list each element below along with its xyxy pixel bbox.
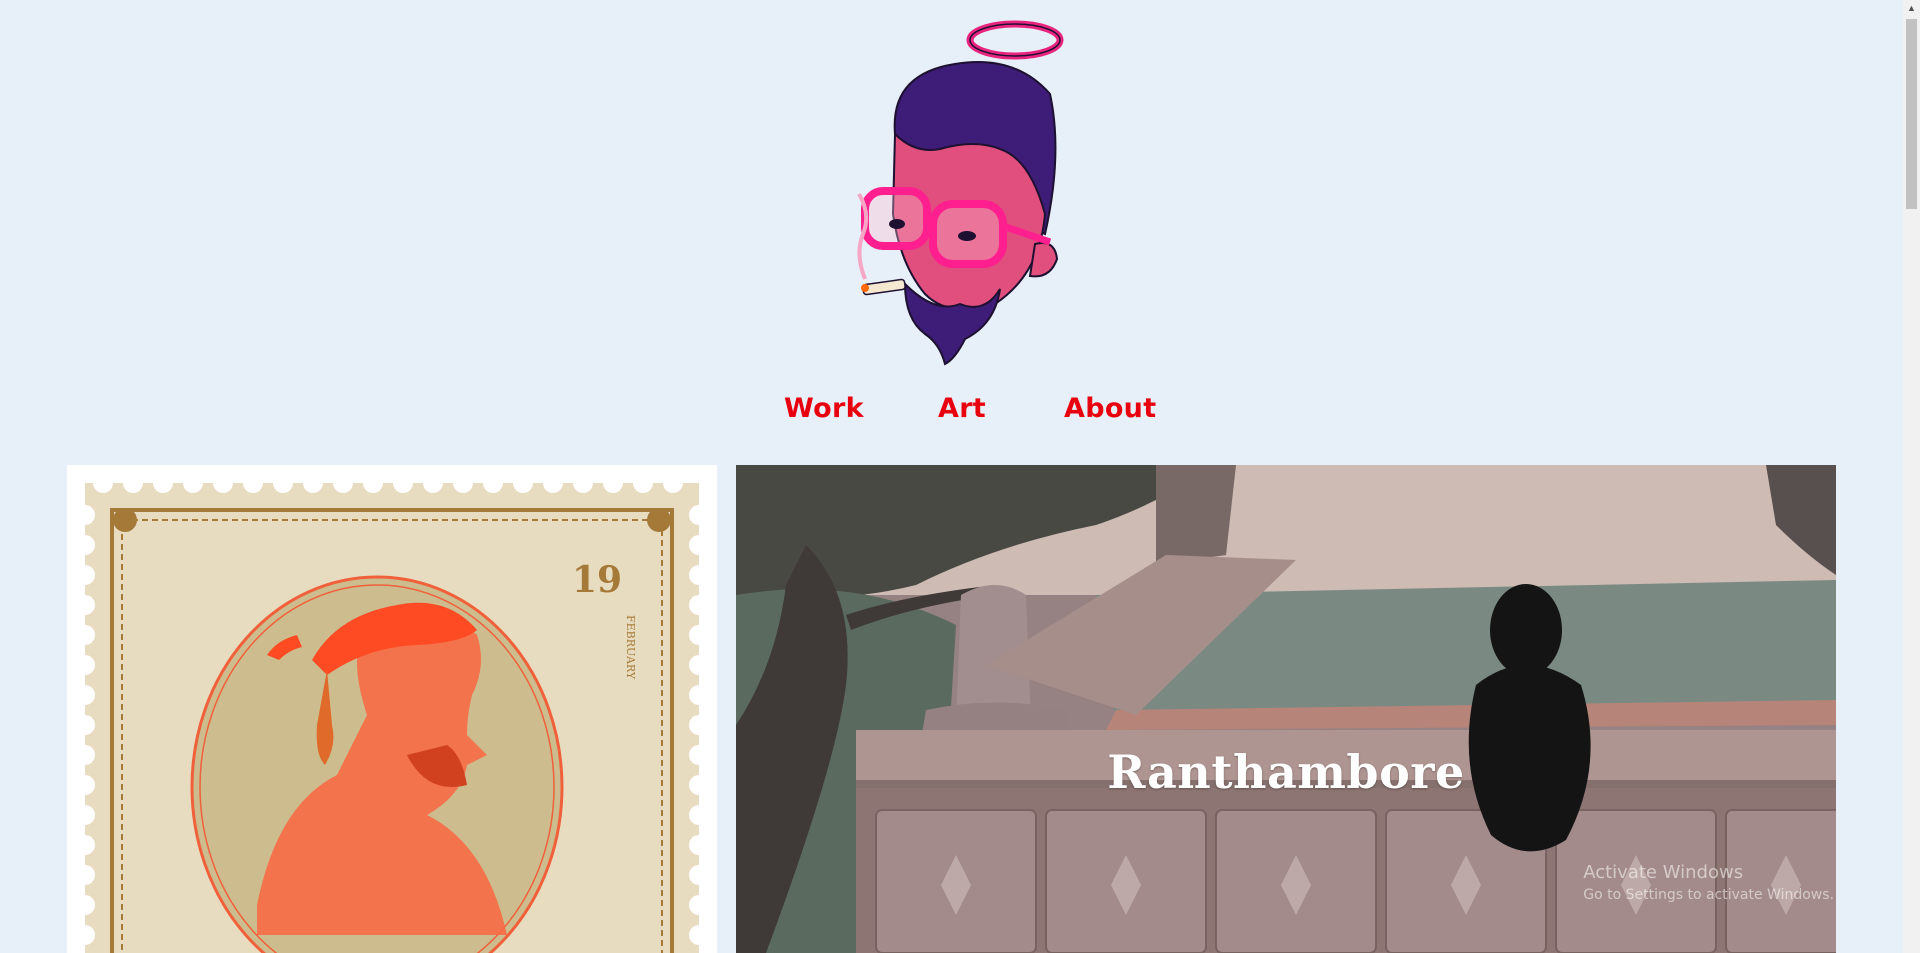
project-title: Ranthambore — [1107, 745, 1465, 799]
site-logo[interactable] — [845, 14, 1070, 369]
stamp-month: FEBRUARY — [624, 615, 637, 680]
watermark-line-2: Go to Settings to activate Windows. — [1583, 887, 1834, 903]
activation-watermark: Activate Windows Go to Settings to activ… — [1583, 862, 1834, 903]
stamp-number: 19 — [572, 559, 622, 601]
watermark-line-1: Activate Windows — [1583, 862, 1744, 883]
nav-link-art[interactable]: Art — [938, 393, 986, 424]
main-nav: Work Art About — [0, 393, 1920, 433]
stamp-artwork-card[interactable]: 19 FEBRUARY — [67, 465, 717, 953]
scrollbar-thumb[interactable] — [1906, 19, 1917, 209]
scroll-up-arrow-icon[interactable]: ▲ — [1903, 0, 1920, 17]
nav-link-work[interactable]: Work — [784, 393, 864, 424]
stamp-illustration: 19 FEBRUARY — [75, 473, 709, 953]
vertical-scrollbar[interactable]: ▲ — [1903, 0, 1920, 953]
nav-link-about[interactable]: About — [1064, 393, 1156, 424]
logo-illustration — [857, 20, 1064, 366]
